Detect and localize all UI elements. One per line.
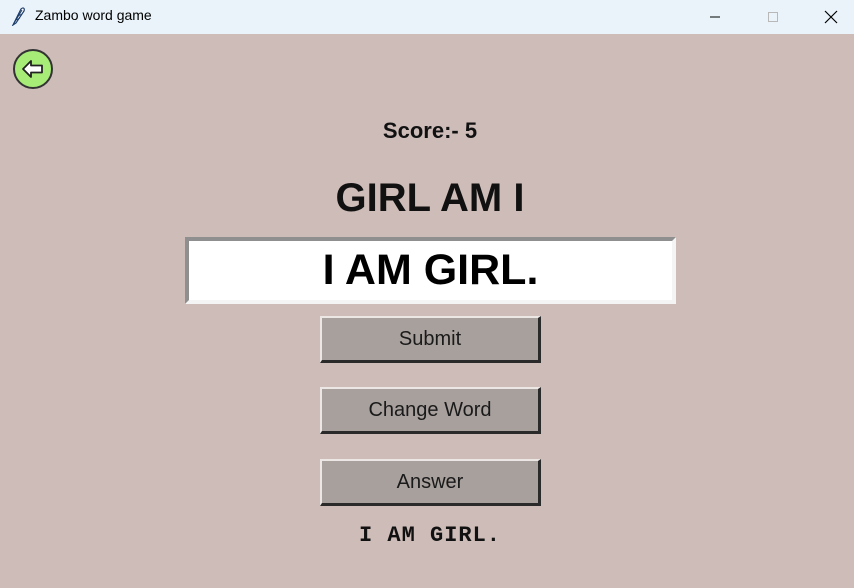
change-word-button[interactable]: Change Word — [320, 387, 541, 434]
scrambled-word: GIRL AM I — [335, 176, 525, 220]
minimize-icon — [710, 16, 720, 18]
score-label: Score:- 5 — [382, 118, 478, 143]
answer-button[interactable]: Answer — [320, 459, 541, 506]
maximize-icon — [768, 12, 778, 22]
title-bar: Zambo word game — [0, 0, 854, 34]
back-button[interactable] — [12, 48, 54, 90]
arrow-left-icon — [13, 49, 53, 89]
window-title: Zambo word game — [35, 7, 152, 23]
minimize-button[interactable] — [686, 0, 744, 34]
feather-icon — [10, 6, 26, 27]
answer-reveal-text: I AM GIRL. — [358, 523, 502, 548]
close-icon — [824, 10, 838, 24]
submit-button[interactable]: Submit — [320, 316, 541, 363]
close-button[interactable] — [802, 0, 854, 34]
answer-input[interactable] — [185, 237, 676, 304]
maximize-button[interactable] — [744, 0, 802, 34]
